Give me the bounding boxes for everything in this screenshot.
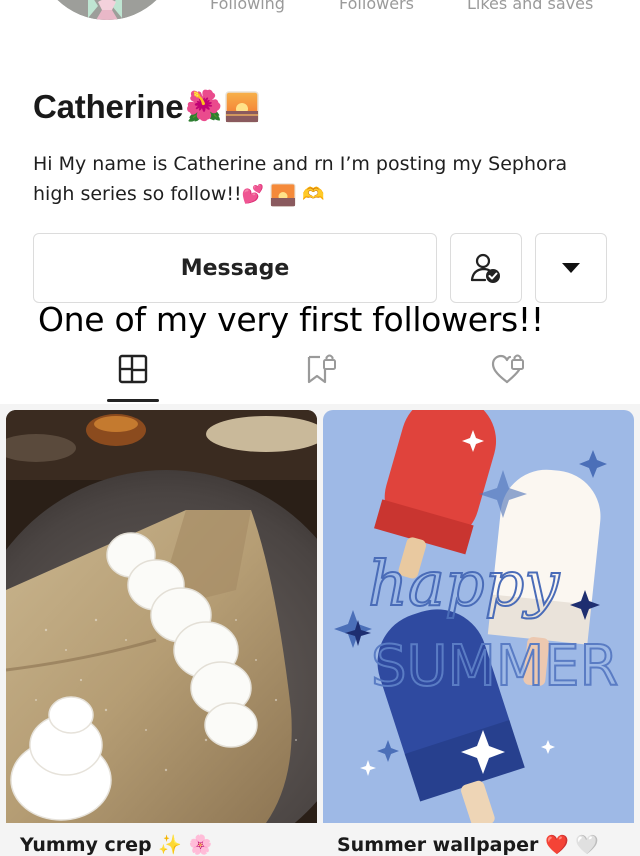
- crepe-image: [6, 410, 317, 823]
- post-title-crepe-emojis: ✨ 🌸: [158, 834, 213, 856]
- active-tab-indicator: [107, 399, 159, 402]
- post-card-summer[interactable]: happy SUMMER: [323, 410, 634, 823]
- likes-saves-label[interactable]: Likes and saves: [467, 0, 593, 13]
- grid-icon: [118, 354, 148, 384]
- tab-saved[interactable]: [292, 348, 348, 390]
- two-hearts-emoji: 💕: [241, 184, 265, 205]
- post-title-crepe-text: Yummy crep: [20, 834, 152, 856]
- user-check-icon: [470, 253, 500, 283]
- heart-hands-emoji: 🫶: [302, 184, 325, 205]
- caret-down-icon: [562, 263, 580, 273]
- bio-line-1: Hi My name is Catherine and rn I’m posti…: [33, 153, 568, 175]
- summer-wallpaper-image: happy SUMMER: [323, 410, 634, 823]
- locked-heart-icon: [491, 354, 524, 384]
- message-button[interactable]: Message: [33, 233, 437, 303]
- profile-name: Catherine: [33, 88, 184, 125]
- message-button-label: Message: [180, 255, 290, 281]
- bio-line-2-text: high series so follow!!: [33, 183, 242, 205]
- post-title-summer-text: Summer wallpaper: [337, 834, 539, 856]
- bio-line-2: high series so follow!!💕 🫶: [33, 179, 623, 210]
- post-title-summer[interactable]: Summer wallpaper ❤️ 🤍: [337, 833, 599, 856]
- profile-name-row: Catherine 🌺: [33, 88, 259, 126]
- post-card-crepe[interactable]: [6, 410, 317, 823]
- svg-text:happy: happy: [368, 547, 560, 620]
- following-status-button[interactable]: [450, 233, 522, 303]
- following-label[interactable]: Following: [210, 0, 285, 13]
- tab-notes[interactable]: [105, 348, 161, 390]
- sunrise-emoji: [225, 91, 259, 123]
- post-title-summer-emojis: ❤️ 🤍: [544, 834, 599, 856]
- tab-liked[interactable]: [480, 348, 536, 390]
- sunrise-emoji-small: [270, 182, 296, 207]
- profile-tabs: [0, 348, 640, 404]
- post-title-crepe[interactable]: Yummy crep ✨ 🌸: [20, 833, 212, 856]
- more-options-button[interactable]: [535, 233, 607, 303]
- svg-text:SUMMER: SUMMER: [371, 634, 618, 699]
- hibiscus-emoji: 🌺: [185, 89, 223, 124]
- profile-bio: Hi My name is Catherine and rn I’m posti…: [33, 149, 623, 210]
- locked-bookmark-icon: [307, 354, 336, 384]
- followers-label[interactable]: Followers: [339, 0, 414, 13]
- profile-stats: Following Followers Likes and saves: [0, 0, 640, 16]
- overlay-caption: One of my very first followers!!: [38, 300, 544, 339]
